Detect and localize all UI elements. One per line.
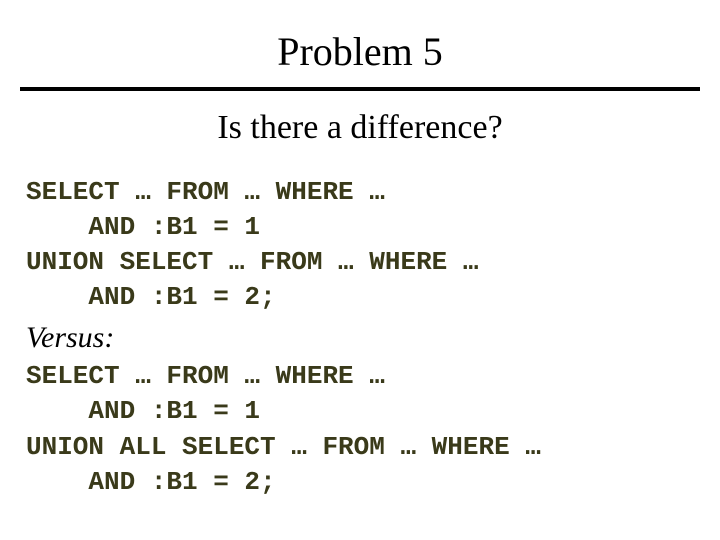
code-line: UNION SELECT … FROM … WHERE … (26, 247, 478, 277)
code-line: AND :B1 = 1 (26, 212, 260, 242)
title-divider (20, 87, 700, 91)
versus-label: Versus: (26, 321, 700, 355)
code-block-1: SELECT … FROM … WHERE … AND :B1 = 1 UNIO… (26, 175, 700, 315)
code-line: SELECT … FROM … WHERE … (26, 177, 385, 207)
code-line: AND :B1 = 1 (26, 396, 260, 426)
code-line: UNION ALL SELECT … FROM … WHERE … (26, 432, 541, 462)
code-line: AND :B1 = 2; (26, 467, 276, 497)
slide-subtitle: Is there a difference? (20, 109, 700, 147)
code-line: SELECT … FROM … WHERE … (26, 361, 385, 391)
code-line: AND :B1 = 2; (26, 282, 276, 312)
slide-title: Problem 5 (20, 28, 700, 75)
code-block-2: SELECT … FROM … WHERE … AND :B1 = 1 UNIO… (26, 359, 700, 499)
slide: Problem 5 Is there a difference? SELECT … (0, 0, 720, 540)
